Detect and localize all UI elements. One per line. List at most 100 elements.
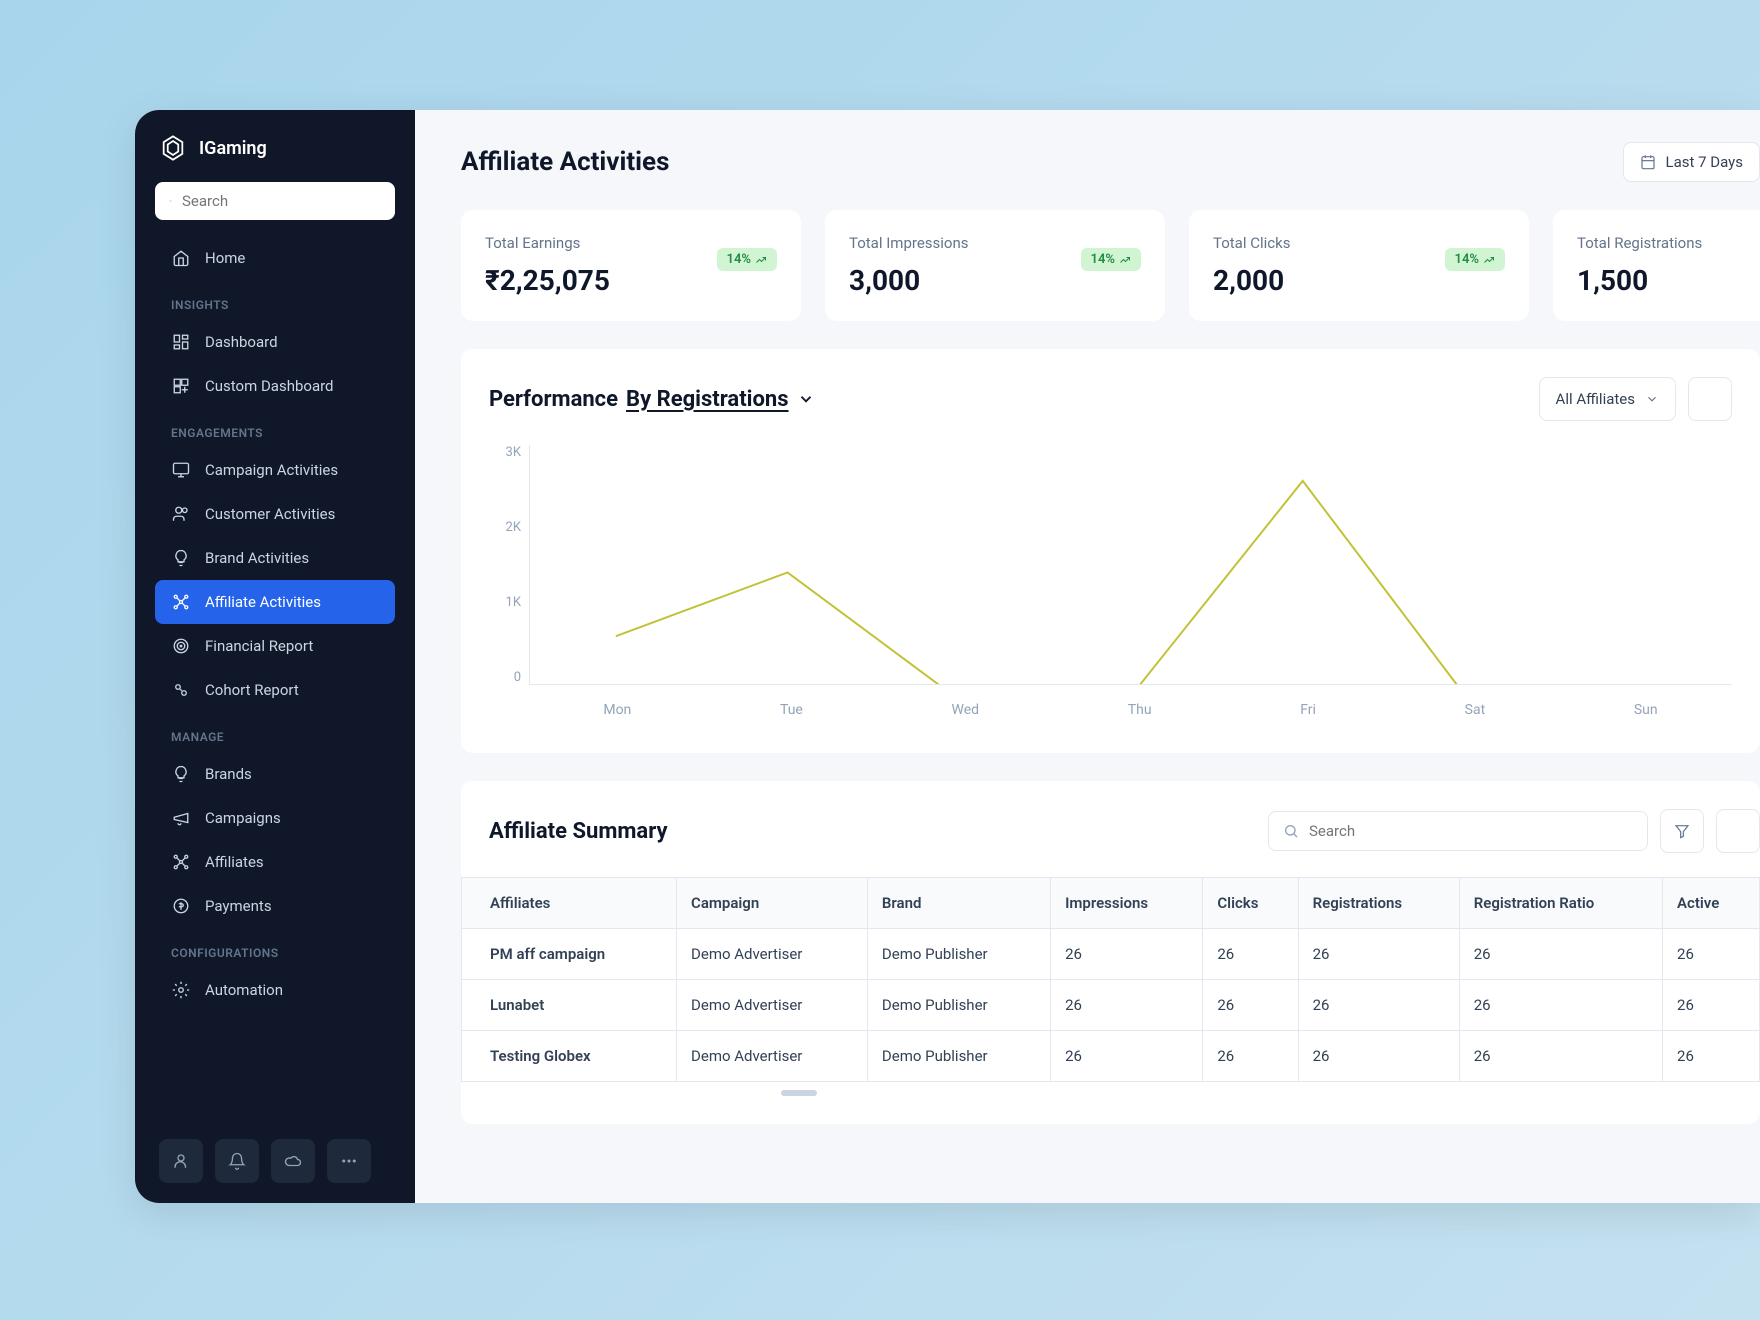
col-ratio[interactable]: Registration Ratio <box>1459 878 1662 929</box>
col-campaign[interactable]: Campaign <box>677 878 868 929</box>
cell-clicks: 26 <box>1203 1031 1298 1082</box>
kpi-clicks-change: 14% <box>1445 248 1505 271</box>
lightbulb-icon <box>171 548 191 568</box>
custom-dashboard-icon <box>171 376 191 396</box>
monitor-icon <box>171 460 191 480</box>
cell-brand: Demo Publisher <box>867 1031 1050 1082</box>
table-more-button[interactable] <box>1716 809 1760 853</box>
payments-icon <box>171 896 191 916</box>
chevron-down-icon <box>797 390 815 408</box>
table-header-row: Affiliates Campaign Brand Impressions Cl… <box>462 878 1760 929</box>
cell-ratio: 26 <box>1459 929 1662 980</box>
page-title: Affiliate Activities <box>461 147 669 177</box>
cell-active: 26 <box>1663 929 1760 980</box>
nav-custom-dashboard[interactable]: Custom Dashboard <box>155 364 395 408</box>
nav-campaigns[interactable]: Campaigns <box>155 796 395 840</box>
calendar-icon <box>1640 154 1656 170</box>
date-range-label: Last 7 Days <box>1666 153 1744 171</box>
cell-campaign: Demo Advertiser <box>677 980 868 1031</box>
cell-affiliate: Testing Globex <box>462 1031 677 1082</box>
col-clicks[interactable]: Clicks <box>1203 878 1298 929</box>
filter-button[interactable] <box>1660 809 1704 853</box>
bell-icon <box>228 1152 246 1170</box>
notifications-button[interactable] <box>215 1139 259 1183</box>
col-impressions[interactable]: Impressions <box>1051 878 1203 929</box>
col-registrations[interactable]: Registrations <box>1298 878 1459 929</box>
table-title: Affiliate Summary <box>489 819 668 844</box>
col-brand[interactable]: Brand <box>867 878 1050 929</box>
nav-affiliate-activities-label: Affiliate Activities <box>205 593 321 611</box>
kpi-earnings-change: 14% <box>717 248 777 271</box>
app-window: IGaming Home INSIGHTS Dashboard Custom D… <box>135 110 1760 1203</box>
nav-customer-activities[interactable]: Customer Activities <box>155 492 395 536</box>
table-search-input[interactable] <box>1309 822 1633 840</box>
chevron-down-icon <box>1645 392 1659 406</box>
users-icon <box>171 504 191 524</box>
trend-up-icon <box>1119 254 1131 266</box>
nav-campaigns-label: Campaigns <box>205 809 281 827</box>
chart-body: 3K 2K 1K 0 Mon Tue Wed Thu Fri Sat Sun <box>489 445 1732 725</box>
nav-affiliate-activities[interactable]: Affiliate Activities <box>155 580 395 624</box>
col-active[interactable]: Active <box>1663 878 1760 929</box>
nav-home[interactable]: Home <box>155 236 395 280</box>
user-icon <box>172 1152 190 1170</box>
more-button[interactable] <box>327 1139 371 1183</box>
chart-title[interactable]: Performance By Registrations <box>489 387 815 412</box>
nav-brand-activities[interactable]: Brand Activities <box>155 536 395 580</box>
horizontal-scrollbar[interactable] <box>781 1090 817 1096</box>
more-icon <box>340 1152 358 1170</box>
network-icon <box>171 592 191 612</box>
kpi-row: Total Earnings ₹2,25,075 14% Total Impre… <box>461 210 1760 321</box>
nav-campaign-activities-label: Campaign Activities <box>205 461 338 479</box>
cohort-icon <box>171 680 191 700</box>
y-tick: 2K <box>506 520 521 535</box>
nav-brands-label: Brands <box>205 765 252 783</box>
y-tick: 3K <box>506 445 521 460</box>
cell-active: 26 <box>1663 980 1760 1031</box>
cloud-button[interactable] <box>271 1139 315 1183</box>
kpi-clicks: Total Clicks 2,000 14% <box>1189 210 1529 321</box>
cell-ratio: 26 <box>1459 980 1662 1031</box>
affiliates-filter[interactable]: All Affiliates <box>1539 377 1676 421</box>
sidebar-search-input[interactable] <box>182 192 381 210</box>
nav-customer-activities-label: Customer Activities <box>205 505 335 523</box>
x-tick: Thu <box>1128 702 1152 718</box>
summary-table-card: Affiliate Summary Affiliates C <box>461 781 1760 1124</box>
y-tick: 1K <box>506 595 521 610</box>
trend-up-icon <box>1483 254 1495 266</box>
cell-registrations: 26 <box>1298 929 1459 980</box>
col-affiliates[interactable]: Affiliates <box>462 878 677 929</box>
table-row[interactable]: PM aff campaign Demo Advertiser Demo Pub… <box>462 929 1760 980</box>
table-row[interactable]: Lunabet Demo Advertiser Demo Publisher 2… <box>462 980 1760 1031</box>
nav-campaign-activities[interactable]: Campaign Activities <box>155 448 395 492</box>
kpi-earnings: Total Earnings ₹2,25,075 14% <box>461 210 801 321</box>
nav-affiliates[interactable]: Affiliates <box>155 840 395 884</box>
nav-cohort-report-label: Cohort Report <box>205 681 299 699</box>
brand: IGaming <box>135 110 415 182</box>
table-row[interactable]: Testing Globex Demo Advertiser Demo Publ… <box>462 1031 1760 1082</box>
chart-more-button[interactable] <box>1688 377 1732 421</box>
sidebar-search[interactable] <box>155 182 395 220</box>
cell-campaign: Demo Advertiser <box>677 929 868 980</box>
nav: Home INSIGHTS Dashboard Custom Dashboard… <box>135 236 415 1119</box>
cell-impressions: 26 <box>1051 980 1203 1031</box>
date-range-button[interactable]: Last 7 Days <box>1623 142 1760 182</box>
table-search[interactable] <box>1268 811 1648 851</box>
brand-name: IGaming <box>199 138 267 159</box>
nav-payments[interactable]: Payments <box>155 884 395 928</box>
header: Affiliate Activities Last 7 Days <box>461 142 1760 182</box>
nav-brands[interactable]: Brands <box>155 752 395 796</box>
nav-automation-label: Automation <box>205 981 283 999</box>
profile-button[interactable] <box>159 1139 203 1183</box>
line-chart <box>530 445 1732 684</box>
nav-automation[interactable]: Automation <box>155 968 395 1012</box>
affiliates-filter-label: All Affiliates <box>1556 390 1635 408</box>
nav-cohort-report[interactable]: Cohort Report <box>155 668 395 712</box>
summary-table: Affiliates Campaign Brand Impressions Cl… <box>461 877 1760 1082</box>
x-tick: Mon <box>603 702 631 718</box>
nav-dashboard[interactable]: Dashboard <box>155 320 395 364</box>
nav-home-label: Home <box>205 249 245 267</box>
cell-registrations: 26 <box>1298 1031 1459 1082</box>
nav-financial-report[interactable]: Financial Report <box>155 624 395 668</box>
chart-title-prefix: Performance <box>489 387 618 412</box>
